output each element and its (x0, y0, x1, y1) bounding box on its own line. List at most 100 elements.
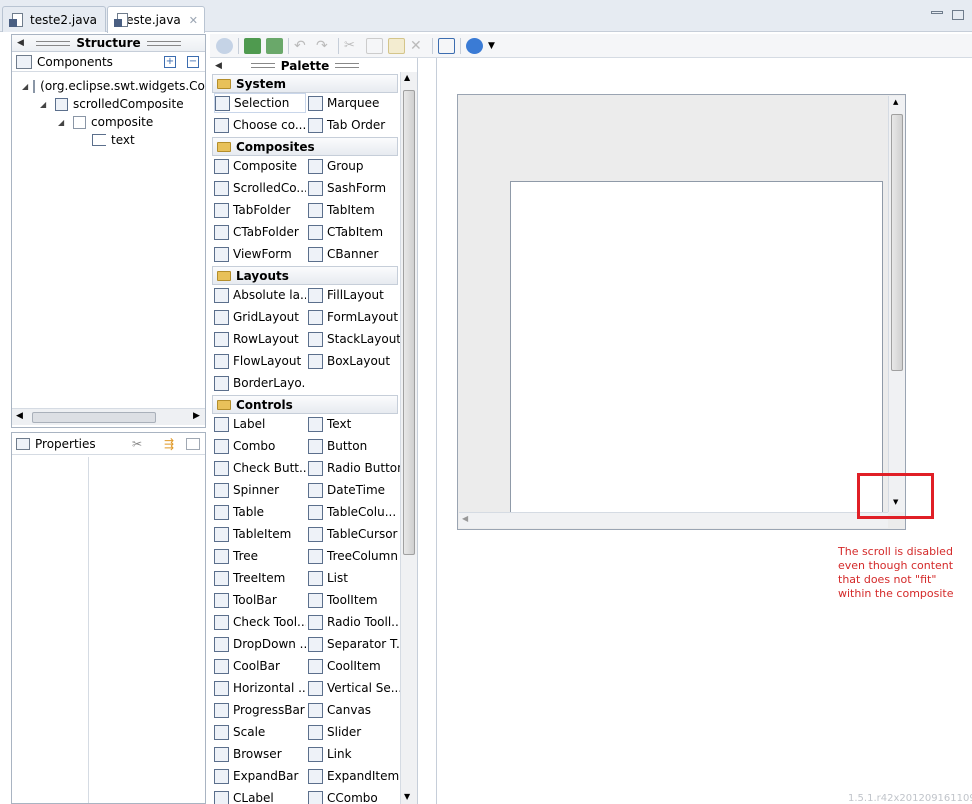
cut-icon[interactable]: ✂ (344, 38, 361, 54)
palette-item[interactable]: TabItem (308, 200, 400, 220)
palette-item[interactable]: ExpandBar (214, 766, 306, 786)
paste-icon[interactable] (388, 37, 405, 54)
palette-item[interactable]: Absolute la... (214, 285, 306, 305)
test-gui-icon[interactable] (216, 37, 233, 54)
palette-item[interactable]: Spinner (214, 480, 306, 500)
palette-item[interactable]: CBanner (308, 244, 400, 264)
palette-item[interactable]: ToolBar (214, 590, 306, 610)
globe-icon[interactable] (466, 37, 483, 54)
palette-item[interactable]: List (308, 568, 400, 588)
palette-item[interactable]: Radio Button (308, 458, 400, 478)
palette-item[interactable]: TableItem (214, 524, 306, 544)
scrollbar-thumb[interactable] (403, 90, 415, 555)
palette-item[interactable]: GridLayout (214, 307, 306, 327)
collapse-arrow-icon[interactable]: ◀ (215, 61, 222, 71)
palette-item[interactable]: TreeColumn (308, 546, 400, 566)
palette-category-system[interactable]: System (212, 74, 398, 93)
palette-item[interactable]: Text (308, 414, 400, 434)
palette-item[interactable]: FlowLayout (214, 351, 306, 371)
expanded-arrow-icon[interactable]: ◢ (40, 100, 50, 109)
scroll-left-icon[interactable]: ◀ (462, 514, 468, 523)
expanded-arrow-icon[interactable]: ◢ (22, 82, 28, 91)
properties-menu-icon[interactable] (186, 438, 200, 450)
palette-item[interactable]: Tree (214, 546, 306, 566)
scroll-down-icon[interactable]: ▼ (404, 792, 410, 801)
layout-icon[interactable] (438, 37, 455, 54)
maximize-button[interactable] (952, 10, 964, 20)
delete-icon[interactable]: ✕ (410, 38, 427, 54)
palette-item[interactable]: CoolItem (308, 656, 400, 676)
structure-horizontal-scrollbar[interactable]: ◀ ▶ (12, 408, 205, 425)
palette-item[interactable]: ExpandItem (308, 766, 400, 786)
filter-icon[interactable]: ✂ (132, 437, 148, 451)
expand-all-button[interactable]: + (164, 56, 176, 68)
scroll-up-icon[interactable]: ▲ (404, 73, 410, 82)
expanded-arrow-icon[interactable]: ◢ (58, 118, 68, 127)
palette-item[interactable]: CTabItem (308, 222, 400, 242)
scroll-left-icon[interactable]: ◀ (16, 411, 23, 421)
show-events-icon[interactable]: ⇶ (164, 437, 180, 451)
close-icon[interactable]: ✕ (189, 14, 198, 27)
palette-item[interactable]: Vertical Se... (308, 678, 400, 698)
redo-icon[interactable]: ↷ (316, 38, 333, 54)
palette-item[interactable]: BoxLayout (308, 351, 400, 371)
scrollbar-thumb[interactable] (32, 412, 156, 423)
palette-item[interactable]: ProgressBar (214, 700, 306, 720)
palette-item[interactable]: Group (308, 156, 400, 176)
refresh-icon[interactable] (266, 37, 283, 54)
palette-item[interactable]: StackLayout (308, 329, 400, 349)
palette-item[interactable]: Radio Tooll... (308, 612, 400, 632)
collapse-arrow-icon[interactable]: ◀ (17, 38, 24, 48)
palette-category-controls[interactable]: Controls (212, 395, 398, 414)
palette-item[interactable]: Browser (214, 744, 306, 764)
palette-item[interactable]: ScrolledCo... (214, 178, 306, 198)
palette-item[interactable]: Tab Order (308, 115, 400, 135)
toggle-icon[interactable] (244, 37, 261, 54)
drag-grip[interactable] (335, 63, 360, 68)
drag-grip[interactable] (36, 40, 71, 46)
scrollbar-thumb[interactable] (891, 114, 903, 371)
palette-item[interactable]: TabFolder (214, 200, 306, 220)
palette-item[interactable]: Canvas (308, 700, 400, 720)
palette-item[interactable]: CLabel (214, 788, 306, 804)
palette-item[interactable]: DateTime (308, 480, 400, 500)
palette-item[interactable]: Link (308, 744, 400, 764)
palette-item[interactable]: TreeItem (214, 568, 306, 588)
drag-grip[interactable] (146, 40, 181, 46)
palette-item[interactable]: Label (214, 414, 306, 434)
palette-item[interactable]: Combo (214, 436, 306, 456)
scroll-right-icon[interactable]: ▶ (193, 411, 200, 421)
chevron-down-icon[interactable]: ▼ (488, 41, 495, 51)
tab-teste2-java[interactable]: teste2.java (2, 6, 106, 32)
palette-item[interactable]: CoolBar (214, 656, 306, 676)
palette-item[interactable]: BorderLayo... (214, 373, 306, 393)
tree-item-composite[interactable]: ◢ composite (58, 113, 153, 131)
palette-category-composites[interactable]: Composites (212, 137, 398, 156)
tree-item-root[interactable]: ◢ (org.eclipse.swt.widgets.Composite) (22, 77, 205, 95)
palette-item[interactable]: ViewForm (214, 244, 306, 264)
palette-item[interactable]: Marquee (308, 93, 400, 113)
palette-item[interactable]: Horizontal ... (214, 678, 306, 698)
palette-item[interactable]: FillLayout (308, 285, 400, 305)
copy-icon[interactable] (366, 37, 383, 54)
collapse-all-button[interactable]: − (187, 56, 199, 68)
palette-item[interactable]: CTabFolder (214, 222, 306, 242)
tab-teste-java[interactable]: teste.java ✕ (107, 6, 205, 33)
palette-item[interactable]: SashForm (308, 178, 400, 198)
palette-category-layouts[interactable]: Layouts (212, 266, 398, 285)
palette-item[interactable]: Check Butt... (214, 458, 306, 478)
palette-item[interactable]: TableCursor (308, 524, 400, 544)
palette-item[interactable]: FormLayout (308, 307, 400, 327)
palette-item[interactable]: CCombo (308, 788, 400, 804)
palette-item[interactable]: Check Tool... (214, 612, 306, 632)
palette-item[interactable]: Slider (308, 722, 400, 742)
tree-item-scrolledcomposite[interactable]: ◢ scrolledComposite (40, 95, 184, 113)
undo-icon[interactable]: ↶ (294, 38, 311, 54)
palette-item[interactable]: Selection (214, 93, 306, 113)
palette-scrollbar[interactable]: ▲ ▼ (400, 72, 417, 804)
palette-item[interactable]: Separator T... (308, 634, 400, 654)
palette-item[interactable]: Choose co... (214, 115, 306, 135)
composite-preview[interactable] (510, 181, 883, 512)
palette-item[interactable]: RowLayout (214, 329, 306, 349)
preview-horizontal-scrollbar[interactable]: ◀ (459, 512, 888, 528)
